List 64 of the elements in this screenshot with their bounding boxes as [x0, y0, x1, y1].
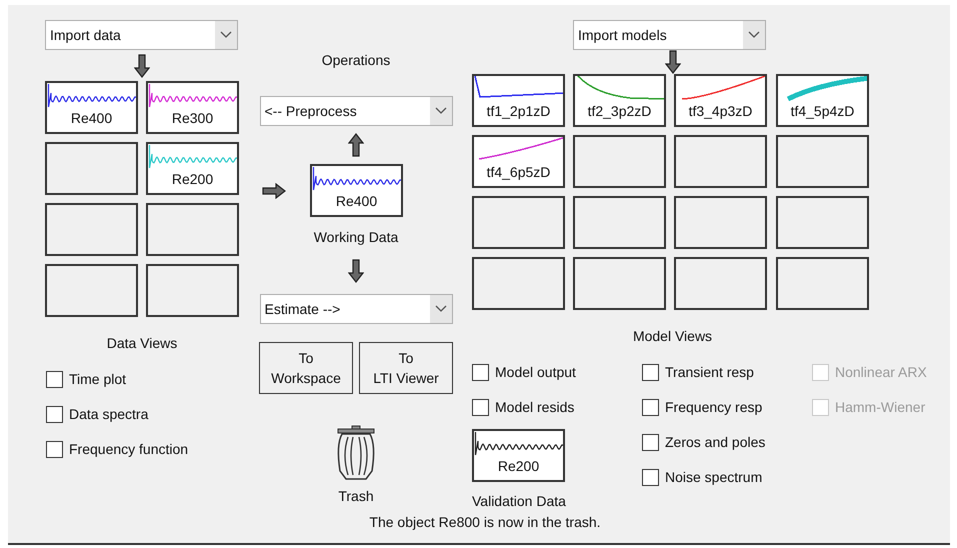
chevron-down-icon: [748, 31, 760, 39]
checkbox-option[interactable]: Frequency function: [46, 439, 239, 459]
chevron-down-icon: [434, 107, 446, 115]
section-title: Data Views: [106, 334, 178, 353]
data-icon[interactable]: Re200: [146, 142, 239, 195]
data-icon[interactable]: Re400: [45, 81, 138, 134]
checkbox-option[interactable]: Data spectra: [46, 404, 239, 424]
chevron-down-icon: [220, 31, 232, 39]
checkbox-option[interactable]: Transient resp: [642, 362, 812, 382]
checkbox[interactable]: [46, 440, 63, 458]
arrow-right-icon: [262, 182, 286, 198]
data-name-label: tf2_3p2zD: [586, 102, 652, 121]
data-icon[interactable]: Re300: [146, 81, 239, 134]
dropdown[interactable]: Import models: [573, 20, 766, 50]
dropdown-text: Import models: [577, 26, 668, 45]
action-button[interactable]: To LTI Viewer: [359, 342, 453, 394]
dropdown[interactable]: Estimate -->: [260, 294, 452, 324]
checkbox[interactable]: [642, 468, 659, 486]
data-name-label: tf4_6p5zD: [486, 163, 552, 182]
data-icon[interactable]: Re400: [310, 164, 403, 217]
data-icon[interactable]: tf1_2p1zD: [472, 74, 565, 127]
data-icon[interactable]: tf3_4p3zD: [674, 74, 767, 127]
data-name-label: tf3_4p3zD: [688, 102, 754, 121]
checkbox-option[interactable]: Frequency resp: [642, 397, 812, 417]
checkbox-option[interactable]: Model resids: [472, 397, 642, 417]
data-name-label: Re400: [334, 192, 378, 211]
checkbox-option[interactable]: Zeros and poles: [642, 432, 812, 452]
arrow-down-icon: [348, 259, 364, 283]
data-icon[interactable]: tf4_5p4zD: [776, 74, 869, 127]
validation-data-label: Validation Data: [472, 492, 565, 511]
section-title: Model Views: [632, 327, 712, 346]
data-icon[interactable]: tf2_3p2zD: [573, 74, 666, 127]
checkbox-option[interactable]: Model output: [472, 362, 642, 382]
dropdown[interactable]: Import data: [45, 20, 238, 50]
dropdown[interactable]: <-- Preprocess: [260, 96, 452, 126]
data-name-label: Re200: [170, 170, 214, 189]
data-name-label: tf4_5p4zD: [790, 102, 856, 121]
checkbox[interactable]: [46, 406, 63, 422]
checkbox[interactable]: [472, 364, 489, 380]
arrow-down-icon: [134, 54, 150, 78]
data-icon[interactable]: tf4_6p5zD: [472, 135, 565, 188]
dropdown-text: <-- Preprocess: [264, 102, 358, 121]
checkbox-option[interactable]: Time plot: [46, 369, 239, 389]
action-button[interactable]: To Workspace: [259, 342, 353, 394]
checkbox[interactable]: [472, 398, 489, 416]
data-icon[interactable]: Re200: [472, 429, 565, 482]
section-title: Operations: [322, 51, 390, 70]
status-message: The object Re800 is now in the trash.: [369, 513, 601, 532]
trash-label: Trash: [338, 487, 374, 506]
chevron-down-icon: [434, 305, 446, 313]
data-name-label: Re300: [170, 109, 214, 128]
arrow-down-icon: [664, 50, 680, 74]
data-name-label: tf1_2p1zD: [486, 102, 552, 121]
data-name-label: Re400: [70, 109, 114, 128]
checkbox[interactable]: [642, 398, 659, 416]
data-name-label: Re200: [496, 457, 540, 476]
checkbox-option[interactable]: Noise spectrum: [642, 467, 812, 487]
dropdown-text: Estimate -->: [264, 300, 342, 318]
arrow-up-icon: [348, 133, 364, 157]
checkbox[interactable]: [642, 364, 659, 380]
working-data-label: Working Data: [314, 228, 398, 247]
checkbox[interactable]: [46, 370, 63, 388]
dropdown-text: Import data: [49, 26, 122, 45]
checkbox[interactable]: [642, 434, 659, 450]
